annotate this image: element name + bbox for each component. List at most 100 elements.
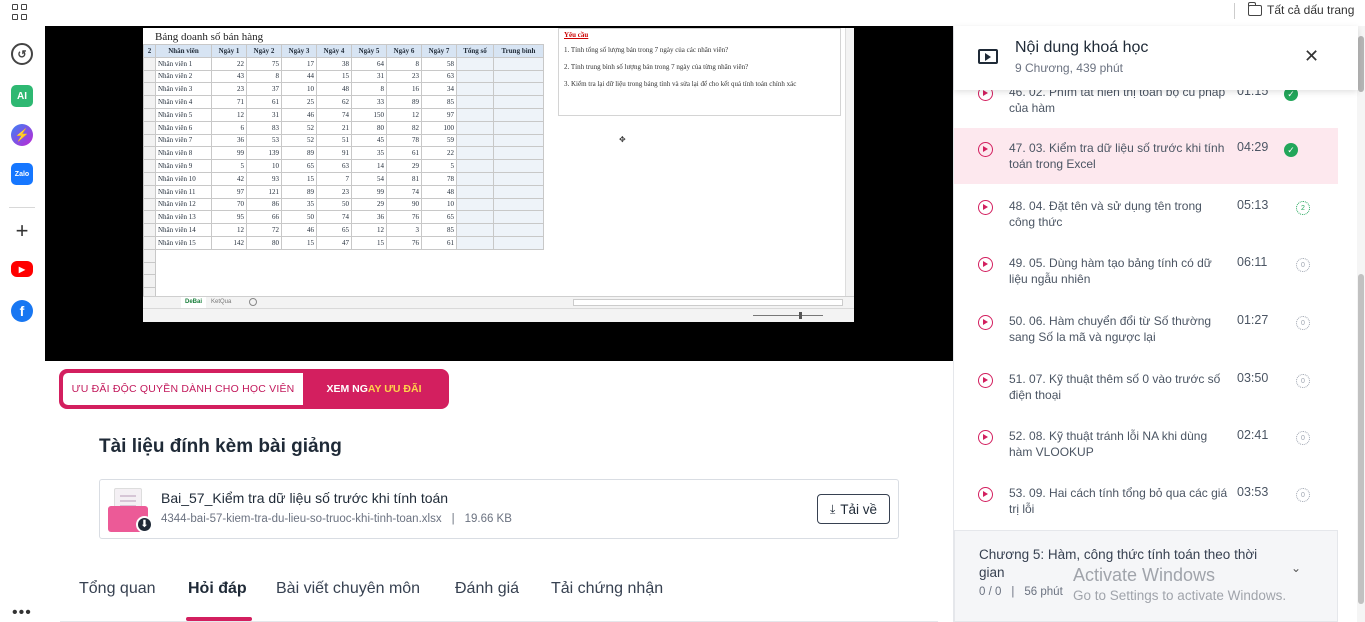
table-cell: 52 — [281, 120, 317, 135]
table-row — [143, 248, 544, 263]
table-cell: 8 — [351, 82, 387, 97]
table-cell: 12 — [211, 223, 247, 237]
apps-grid-icon[interactable] — [12, 4, 28, 20]
zalo-icon[interactable]: Zalo — [11, 163, 33, 185]
lesson-title: 48. 04. Đặt tên và sử dụng tên trong côn… — [1009, 199, 1202, 229]
table-cell: 142 — [211, 235, 247, 250]
row-number-header: 2 — [143, 44, 156, 58]
table-row: Nhân viên 15 142 80 15 47 15 76 61 — [143, 235, 544, 250]
table-cell: 50 — [316, 197, 352, 212]
add-icon[interactable]: + — [11, 218, 33, 243]
table-cell: Nhân viên 15 — [155, 235, 212, 250]
history-icon[interactable]: ↺ — [11, 43, 33, 65]
lesson-item[interactable]: 47. 03. Kiểm tra dữ liệu số trước khi tí… — [954, 128, 1338, 184]
table-cell: Nhân viên 5 — [155, 107, 212, 122]
table-cell — [456, 171, 494, 186]
facebook-icon[interactable]: f — [11, 300, 33, 322]
add-sheet-icon — [249, 298, 257, 306]
chapter-separator: | — [1011, 586, 1015, 598]
table-cell: 51 — [316, 133, 352, 148]
lesson-duration: 06:11 — [1237, 255, 1268, 269]
promo-view-offer-button[interactable]: XEM NG AY ƯU ĐÃI — [303, 373, 445, 405]
excel-screen: Bảng doanh số bán hàng 2 Nhân viên Ngày 1N… — [143, 28, 854, 322]
row-number — [143, 69, 156, 84]
table-row: Nhân viên 14 12 72 46 65 12 3 85 — [143, 223, 544, 237]
row-number — [143, 223, 156, 237]
table-cell: 97 — [421, 107, 457, 122]
table-cell: 10 — [421, 197, 457, 212]
lesson-tabs: Tổng quan Hỏi đáp Bài viết chuyên môn Đá… — [60, 572, 938, 622]
promo-banner[interactable]: ƯU ĐÃI ĐỘC QUYỀN DÀNH CHO HỌC VIÊN XEM N… — [59, 369, 449, 409]
table-cell: 85 — [421, 95, 457, 109]
table-cell — [494, 275, 544, 288]
column-header: Ngày 3 — [281, 44, 317, 58]
row-number — [143, 261, 156, 276]
table-cell — [493, 107, 544, 122]
table-cell — [493, 95, 544, 109]
course-scrollbar[interactable] — [1357, 26, 1365, 622]
table-cell — [282, 262, 317, 275]
excel-file-icon: ⬇ — [108, 488, 154, 534]
activate-windows-watermark: Activate Windows Go to Settings to activ… — [1073, 565, 1286, 603]
lesson-duration: 01:27 — [1237, 313, 1269, 327]
lesson-title: 53. 09. Hai cách tính tổng bỏ qua các gi… — [1009, 486, 1228, 516]
table-cell: Nhân viên 4 — [155, 95, 212, 109]
column-header: Ngày 2 — [246, 44, 282, 58]
close-icon[interactable]: ✕ — [1304, 46, 1319, 67]
tab-qa[interactable]: Hỏi đáp — [188, 580, 247, 598]
sheet-vertical-scrollbar — [845, 28, 854, 296]
lesson-item[interactable]: 48. 04. Đặt tên và sử dụng tên trong côn… — [954, 186, 1338, 242]
lesson-item[interactable]: 52. 08. Kỹ thuật tránh lỗi NA khi dùng h… — [954, 416, 1338, 472]
lesson-title: 49. 05. Dùng hàm tạo bảng tính có dữ liệ… — [1009, 256, 1212, 286]
chevron-down-icon[interactable]: ⌄ — [1291, 561, 1301, 575]
ai-icon[interactable]: AI — [11, 85, 33, 107]
table-cell: 80 — [351, 120, 387, 135]
page-scrollbar-thumb[interactable] — [1358, 36, 1364, 92]
download-label: Tải về — [840, 501, 878, 517]
youtube-icon[interactable]: ▶ — [11, 261, 33, 277]
table-cell: Nhân viên 10 — [155, 171, 212, 186]
table-cell — [282, 275, 317, 288]
table-cell — [493, 120, 544, 135]
sheet-tab-ketqua: KetQua — [211, 299, 232, 305]
course-scrollbar-thumb[interactable] — [1358, 274, 1364, 604]
table-cell: 63 — [421, 69, 457, 84]
table-cell: 7 — [316, 171, 352, 186]
row-number — [143, 235, 156, 250]
lesson-item[interactable]: 51. 07. Kỹ thuật thêm số 0 vào trước số … — [954, 359, 1338, 415]
table-row — [143, 261, 544, 276]
table-row: Nhân viên 7 36 53 52 51 45 78 59 — [143, 133, 544, 148]
table-cell — [456, 210, 494, 225]
messenger-icon[interactable]: ⚡ — [11, 124, 33, 146]
lesson-duration: 02:41 — [1237, 428, 1269, 442]
table-cell — [494, 249, 544, 262]
lesson-item[interactable]: 53. 09. Hai cách tính tổng bỏ qua các gi… — [954, 473, 1338, 529]
video-player[interactable]: Bảng doanh số bán hàng 2 Nhân viên Ngày 1N… — [45, 26, 953, 361]
download-button[interactable]: ⤓ Tải về — [817, 494, 890, 524]
tab-articles[interactable]: Bài viết chuyên môn — [276, 580, 420, 598]
requirement-3: 3. Kiểm tra lại dữ liệu trong bảng tính … — [564, 80, 797, 88]
tab-certificate[interactable]: Tải chứng nhận — [551, 580, 663, 598]
page-scrollbar[interactable] — [1357, 26, 1365, 106]
all-bookmarks-button[interactable]: Tất cả dấu trang — [1248, 1, 1355, 17]
play-circle-icon — [978, 315, 993, 330]
table-cell: 15 — [351, 235, 387, 250]
table-cell: 21 — [316, 120, 352, 135]
course-content-panel: Nội dung khoá học 9 Chương, 439 phút ✕ 4… — [953, 26, 1358, 622]
lesson-duration: 03:50 — [1237, 371, 1269, 385]
lesson-item[interactable]: 50. 06. Hàm chuyển đổi từ Số thường sang… — [954, 301, 1338, 357]
table-cell: 65 — [316, 223, 352, 237]
table-cell: 76 — [386, 210, 422, 225]
more-options-icon[interactable]: ••• — [12, 604, 32, 622]
table-cell — [493, 197, 544, 212]
lesson-item[interactable]: 49. 05. Dùng hàm tạo bảng tính có dữ liệ… — [954, 243, 1338, 299]
tab-overview[interactable]: Tổng quan — [79, 580, 156, 598]
row-number — [143, 133, 156, 148]
all-bookmarks-label: Tất cả dấu trang — [1267, 3, 1355, 17]
row-number — [143, 56, 156, 71]
table-cell: 42 — [211, 171, 247, 186]
table-cell: 48 — [316, 82, 352, 97]
table-cell — [212, 262, 247, 275]
table-cell: Nhân viên 9 — [155, 159, 212, 173]
tab-reviews[interactable]: Đánh giá — [455, 580, 519, 598]
